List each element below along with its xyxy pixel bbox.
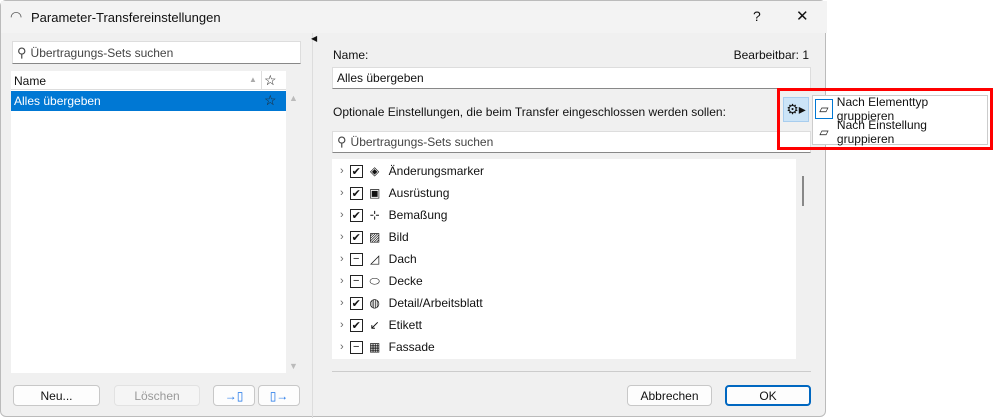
import-button[interactable]: →▯ [213, 385, 255, 406]
tree-item[interactable]: › − ▦ Fassade [332, 336, 435, 358]
app-icon: ◠ [10, 8, 23, 24]
star-check-icon[interactable]: ☆ [264, 92, 277, 109]
list-item-label: Alles übergeben [14, 94, 101, 108]
checkbox[interactable]: − [349, 274, 363, 288]
name-label: Name: [333, 48, 369, 62]
settings-tree: › ✔ ◈ Änderungsmarker › ✔ ▣ Ausrüstung › ✔… [332, 159, 796, 359]
element-icon: ▣ [369, 186, 381, 200]
column-name[interactable]: Name [14, 74, 46, 88]
search-placeholder: Übertragungs-Sets suchen [350, 135, 494, 149]
dialog: ◠ Parameter-Transfereinstellungen ? ✕ ⚲ … [0, 0, 827, 418]
list-header: Name ▲ ☆ [11, 71, 286, 90]
help-button[interactable]: ? [753, 8, 761, 24]
list-item[interactable]: Alles übergeben ☆ [11, 91, 286, 111]
tree-item-label: Decke [388, 274, 423, 288]
expand-chevron-icon[interactable]: › [340, 209, 344, 221]
element-icon: ⬭ [369, 273, 380, 288]
editable-count: Bearbeitbar: 1 [733, 48, 809, 62]
element-type-icon: ▱ [815, 99, 833, 119]
checkbox[interactable]: − [349, 340, 363, 354]
expand-chevron-icon[interactable]: › [340, 187, 344, 199]
tree-item-label: Etikett [388, 318, 423, 332]
expand-chevron-icon[interactable]: › [340, 297, 344, 309]
group-menu: ▱ Nach Elementtyp gruppieren ▱ Nach Eins… [812, 95, 988, 146]
scroll-up-icon[interactable]: ▲ [289, 93, 298, 103]
delete-button[interactable]: Löschen [114, 385, 200, 406]
checkbox[interactable]: − [349, 252, 363, 266]
tree-item[interactable]: › − ◿ Dach [332, 248, 417, 270]
checkbox[interactable]: ✔ [349, 186, 363, 200]
menu-item-label: Nach Einstellung gruppieren [836, 118, 927, 146]
checkbox[interactable]: ✔ [349, 318, 363, 332]
tree-item-label: Ausrüstung [388, 186, 450, 200]
tree-item-label: Bemaßung [388, 208, 448, 222]
element-icon: ◈ [370, 164, 380, 178]
export-icon: ▯→ [269, 388, 289, 403]
tree-search-input[interactable]: ⚲ Übertragungs-Sets suchen [332, 131, 811, 153]
splitter[interactable] [312, 33, 313, 418]
element-icon: ▨ [369, 230, 381, 244]
expand-chevron-icon[interactable]: › [340, 275, 344, 287]
expand-chevron-icon[interactable]: › [340, 253, 344, 265]
star-check-icon[interactable]: ☆ [264, 72, 277, 89]
expand-chevron-icon[interactable]: › [340, 231, 344, 243]
checkbox[interactable]: ✔ [349, 208, 363, 222]
tree-item[interactable]: › ✔ ⊹ Bemaßung [332, 204, 447, 226]
element-icon: ◍ [369, 296, 380, 310]
scrollbar-thumb[interactable] [802, 176, 804, 206]
tree-item-label: Änderungsmarker [388, 164, 485, 178]
ok-button[interactable]: OK [725, 385, 811, 406]
import-icon: →▯ [224, 388, 244, 403]
menu-item-group-by-setting[interactable]: ▱ Nach Einstellung gruppieren [815, 118, 987, 146]
name-input[interactable]: Alles übergeben [332, 67, 811, 89]
title-bar: ◠ Parameter-Transfereinstellungen ? ✕ [1, 1, 827, 33]
element-icon: ↙ [369, 318, 380, 332]
tree-item-label: Detail/Arbeitsblatt [388, 296, 483, 310]
window-title: Parameter-Transfereinstellungen [31, 10, 221, 25]
tree-item-label: Bild [388, 230, 409, 244]
expand-chevron-icon[interactable]: › [340, 341, 344, 353]
tree-item[interactable]: › ✔ ▣ Ausrüstung [332, 182, 449, 204]
new-button[interactable]: Neu... [13, 385, 100, 406]
search-placeholder: Übertragungs-Sets suchen [30, 45, 174, 60]
close-button[interactable]: ✕ [796, 7, 809, 25]
tree-item-label: Dach [388, 252, 417, 266]
cancel-button[interactable]: Abbrechen [627, 385, 712, 406]
export-button[interactable]: ▯→ [258, 385, 300, 406]
element-icon: ◿ [370, 252, 380, 266]
tree-item[interactable]: › ✔ ↙ Etikett [332, 314, 422, 336]
expand-chevron-icon[interactable]: › [340, 319, 344, 331]
set-list: Name ▲ ☆ Alles übergeben ☆ [11, 71, 286, 373]
tree-item[interactable]: › ✔ ▨ Bild [332, 226, 409, 248]
checkbox[interactable]: ✔ [349, 164, 363, 178]
tree-item[interactable]: › ✔ ◍ Detail/Arbeitsblatt [332, 292, 483, 314]
expand-chevron-icon[interactable]: › [340, 165, 344, 177]
search-icon: ⚲ [17, 44, 27, 60]
menu-item-group-by-type[interactable]: ▱ Nach Elementtyp gruppieren [815, 95, 987, 123]
scroll-down-icon[interactable]: ▼ [289, 361, 298, 371]
element-icon: ⊹ [369, 208, 380, 222]
setting-icon: ▱ [819, 125, 829, 139]
checkbox[interactable]: ✔ [349, 230, 363, 244]
collapse-icon[interactable]: ◀ [311, 34, 317, 43]
tree-item[interactable]: › − ⬭ Decke [332, 270, 423, 292]
optional-label: Optionale Einstellungen, die beim Transf… [333, 105, 726, 119]
divider [332, 371, 811, 372]
tree-item-label: Fassade [388, 340, 435, 354]
sort-icon[interactable]: ▲ [249, 75, 257, 84]
set-search-input[interactable]: ⚲ Übertragungs-Sets suchen [12, 41, 301, 64]
checkbox[interactable]: ✔ [349, 296, 363, 310]
search-icon: ⚲ [337, 134, 347, 149]
element-icon: ▦ [369, 340, 381, 354]
tree-item[interactable]: › ✔ ◈ Änderungsmarker [332, 160, 484, 182]
